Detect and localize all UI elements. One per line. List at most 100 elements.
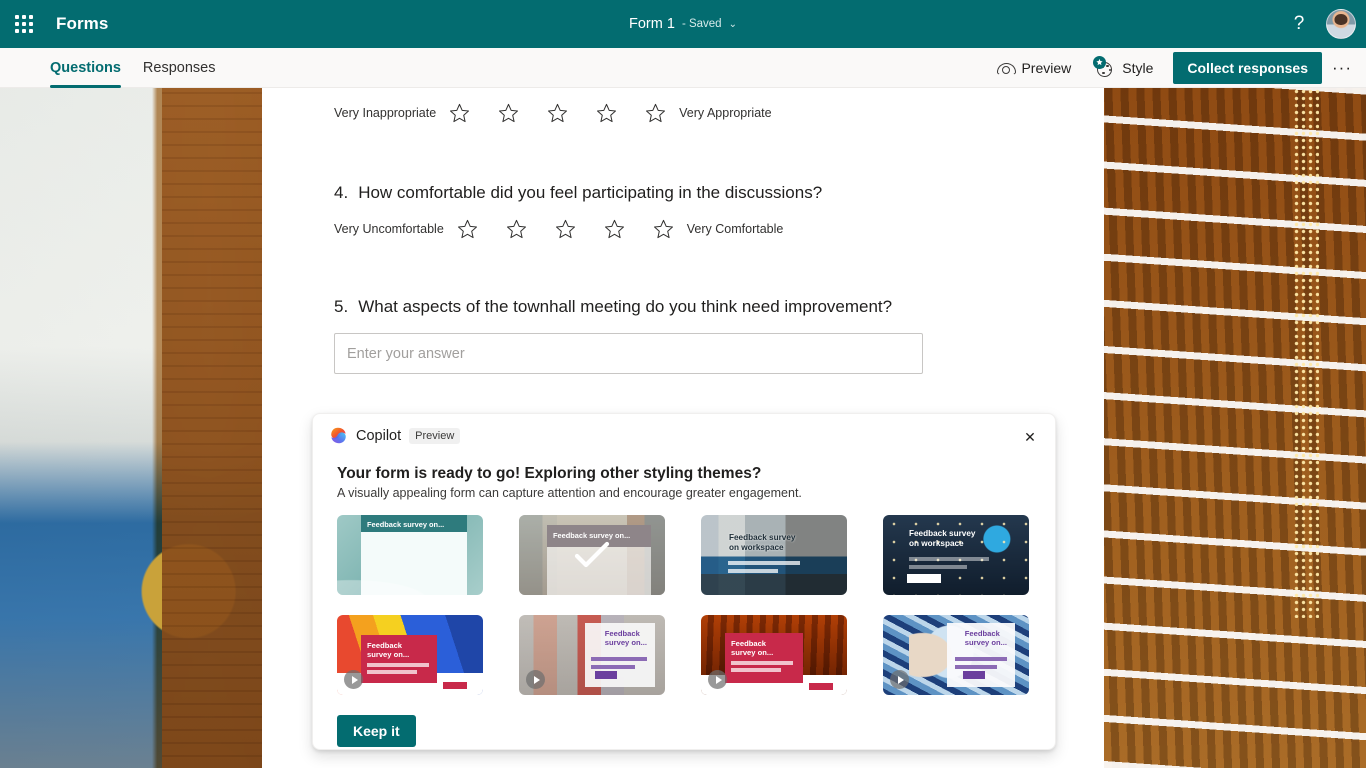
theme-card-3[interactable]: Feedback survey on workspace bbox=[701, 515, 847, 595]
copilot-name-label: Copilot bbox=[356, 427, 402, 444]
question-4-text[interactable]: How comfortable did you feel participati… bbox=[358, 182, 822, 204]
play-icon[interactable] bbox=[526, 670, 545, 689]
command-bar: Questions Responses Preview Style Collec… bbox=[0, 48, 1366, 88]
selected-check-icon bbox=[519, 515, 665, 595]
question-3-rating-row: Very Inappropriate Very Appropriate bbox=[334, 88, 1032, 124]
star-icon[interactable] bbox=[456, 218, 479, 240]
theme-7-line-1 bbox=[731, 661, 793, 665]
q3-right-label: Very Appropriate bbox=[679, 106, 772, 120]
play-icon[interactable] bbox=[344, 670, 363, 689]
top-header-right-group: ? bbox=[1284, 0, 1356, 48]
app-launcher-waffle-icon[interactable] bbox=[0, 0, 48, 48]
form-title[interactable]: Form 1 bbox=[629, 16, 675, 32]
theme-3-line-1 bbox=[728, 561, 800, 565]
style-button[interactable]: Style bbox=[1085, 52, 1163, 84]
star-icon[interactable] bbox=[603, 218, 626, 240]
theme-4-line-1 bbox=[909, 557, 989, 561]
preview-button[interactable]: Preview bbox=[987, 52, 1081, 84]
theme-1-label: Feedback survey on... bbox=[367, 520, 445, 529]
q4-right-label: Very Comfortable bbox=[686, 222, 784, 237]
question-5-block: 5. What aspects of the townhall meeting … bbox=[334, 296, 1032, 375]
theme-8-chip bbox=[963, 671, 985, 679]
star-icon[interactable] bbox=[652, 218, 675, 240]
q3-star-rating[interactable] bbox=[448, 102, 667, 124]
tab-questions[interactable]: Questions bbox=[50, 48, 121, 88]
question-4-title: 4. How comfortable did you feel particip… bbox=[334, 182, 1032, 204]
waffle-grid bbox=[15, 15, 33, 33]
user-avatar[interactable] bbox=[1326, 9, 1356, 39]
keep-it-button[interactable]: Keep it bbox=[337, 715, 416, 747]
style-label: Style bbox=[1122, 60, 1154, 76]
theme-3-line-2 bbox=[728, 569, 778, 573]
theme-6-chip bbox=[595, 671, 617, 679]
command-bar-actions: Preview Style Collect responses ··· bbox=[987, 48, 1358, 88]
theme-card-1[interactable]: Feedback survey on... bbox=[337, 515, 483, 595]
app-name-label: Forms bbox=[56, 14, 109, 33]
theme-7-label: Feedback survey on... bbox=[731, 639, 774, 658]
question-5-number: 5. bbox=[334, 297, 349, 317]
theme-7-line-2 bbox=[731, 668, 781, 672]
theme-6-label: Feedback survey on... bbox=[604, 629, 647, 648]
q3-left-label: Very Inappropriate bbox=[334, 106, 437, 120]
help-icon[interactable]: ? bbox=[1284, 9, 1314, 39]
palette-icon bbox=[1093, 56, 1115, 77]
copilot-preview-badge: Preview bbox=[409, 427, 461, 444]
star-icon[interactable] bbox=[644, 102, 667, 124]
collect-responses-button[interactable]: Collect responses bbox=[1173, 52, 1322, 84]
play-icon[interactable] bbox=[890, 670, 909, 689]
star-icon[interactable] bbox=[505, 218, 528, 240]
play-icon[interactable] bbox=[708, 670, 727, 689]
preview-label: Preview bbox=[1021, 60, 1072, 76]
theme-3-label: Feedback survey on workspace bbox=[729, 533, 796, 553]
theme-7-accent bbox=[809, 683, 833, 690]
question-5-title: 5. What aspects of the townhall meeting … bbox=[334, 296, 1032, 318]
theme-card-6[interactable]: Feedback survey on... bbox=[519, 615, 665, 695]
theme-4-label: Feedback survey on workspace bbox=[909, 529, 976, 549]
theme-5-line-1 bbox=[367, 663, 429, 667]
copilot-heading: Your form is ready to go! Exploring othe… bbox=[337, 465, 762, 482]
theme-4-lights bbox=[883, 515, 1029, 595]
theme-card-5[interactable]: Feedback survey on... bbox=[337, 615, 483, 695]
top-header-bar: Forms Form 1 - Saved ⌄ ? bbox=[0, 0, 1366, 48]
q4-left-label: Very Uncomfortable bbox=[334, 222, 444, 237]
theme-thumbnail-grid: Feedback survey on... Feedback survey on… bbox=[337, 515, 1055, 695]
theme-6-line-2 bbox=[591, 665, 635, 669]
copilot-suggestion-panel: Copilot Preview ✕ Your form is ready to … bbox=[312, 413, 1056, 750]
theme-4-chip bbox=[907, 574, 941, 583]
question-4-rating-row: Very Uncomfortable Very Comfortable bbox=[334, 204, 1032, 240]
copilot-icon bbox=[331, 427, 346, 444]
background-photo-right bbox=[1104, 88, 1366, 768]
theme-8-line-1 bbox=[955, 657, 1007, 661]
theme-5-label: Feedback survey on... bbox=[367, 641, 410, 660]
question-4-number: 4. bbox=[334, 183, 349, 202]
question-3-block: Very Inappropriate Very Appropriate bbox=[334, 88, 1032, 124]
more-options-icon[interactable]: ··· bbox=[1326, 52, 1358, 84]
theme-card-7[interactable]: Feedback survey on... bbox=[701, 615, 847, 695]
theme-card-4[interactable]: Feedback survey on workspace bbox=[883, 515, 1029, 595]
star-icon[interactable] bbox=[546, 102, 569, 124]
eye-icon bbox=[997, 62, 1017, 76]
question-5-answer-input[interactable] bbox=[334, 333, 923, 375]
star-icon[interactable] bbox=[554, 218, 577, 240]
theme-5-line-2 bbox=[367, 670, 417, 674]
q4-star-rating[interactable] bbox=[456, 218, 675, 240]
form-title-group: Form 1 - Saved ⌄ bbox=[0, 0, 1366, 48]
theme-8-line-2 bbox=[955, 665, 997, 669]
theme-4-line-2 bbox=[909, 565, 967, 569]
theme-6-line-1 bbox=[591, 657, 647, 661]
theme-card-2[interactable]: Feedback survey on... bbox=[519, 515, 665, 595]
save-status-label: - Saved bbox=[681, 18, 722, 30]
star-icon[interactable] bbox=[448, 102, 471, 124]
tab-responses[interactable]: Responses bbox=[143, 48, 216, 88]
theme-1-wave bbox=[337, 565, 483, 595]
question-4-block: 4. How comfortable did you feel particip… bbox=[334, 182, 1032, 240]
chevron-down-icon[interactable]: ⌄ bbox=[729, 19, 737, 30]
star-icon[interactable] bbox=[595, 102, 618, 124]
tab-list: Questions Responses bbox=[50, 48, 215, 88]
form-content: Very Inappropriate Very Appropriate 4. H… bbox=[262, 88, 1104, 375]
theme-card-8[interactable]: Feedback survey on... bbox=[883, 615, 1029, 695]
question-5-text[interactable]: What aspects of the townhall meeting do … bbox=[358, 296, 892, 318]
star-icon[interactable] bbox=[497, 102, 520, 124]
background-photo-left bbox=[0, 88, 262, 768]
close-icon[interactable]: ✕ bbox=[1017, 424, 1043, 450]
